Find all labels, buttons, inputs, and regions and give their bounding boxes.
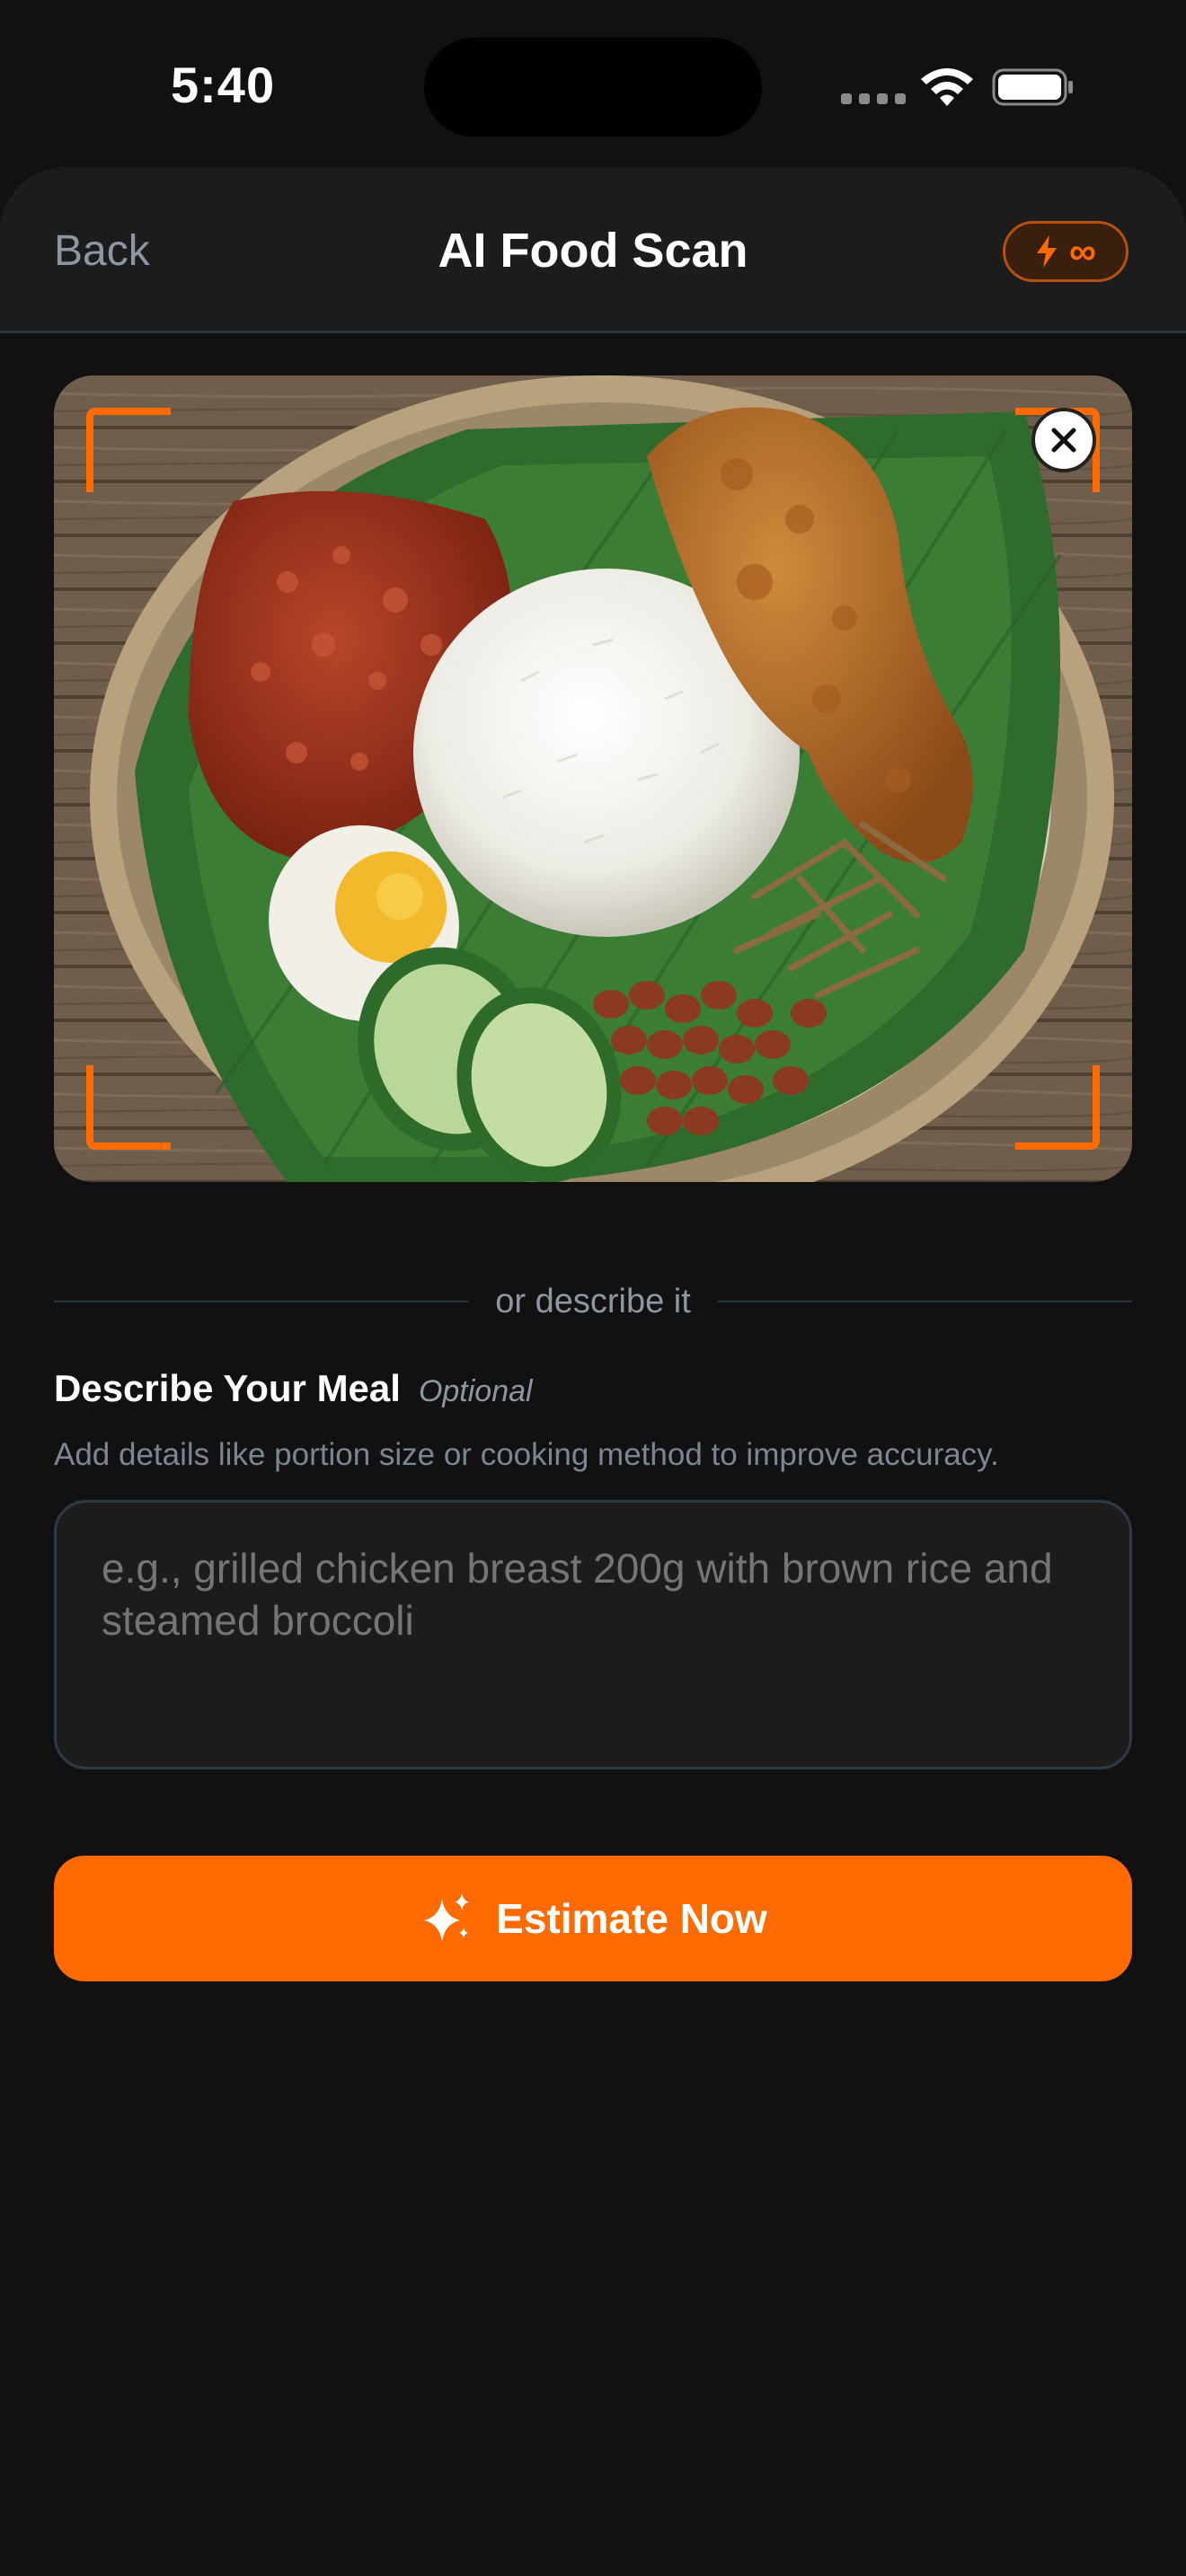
nav-bar: Back AI Food Scan ∞ — [0, 167, 1186, 333]
describe-meal-title: Describe Your Meal — [54, 1367, 401, 1409]
divider-line-left — [54, 1301, 469, 1302]
scan-corner-bottom-right — [1015, 1065, 1100, 1150]
remove-photo-button[interactable] — [1031, 408, 1096, 472]
status-time: 5:40 — [171, 57, 276, 113]
sparkle-icon — [424, 1893, 470, 1942]
status-bar: 5:40 — [0, 0, 1186, 171]
food-image — [54, 375, 1132, 1182]
unlimited-symbol: ∞ — [1069, 230, 1096, 272]
cellular-signal-icon — [841, 93, 906, 104]
describe-meal-heading: Describe Your Meal Optional — [54, 1367, 533, 1410]
divider-text: or describe it — [495, 1282, 691, 1320]
dynamic-island — [424, 38, 762, 137]
battery-icon — [992, 68, 1073, 106]
credits-badge[interactable]: ∞ — [1003, 221, 1128, 282]
scan-corner-bottom-left — [86, 1065, 171, 1150]
bolt-icon — [1037, 235, 1058, 268]
estimate-now-label: Estimate Now — [496, 1895, 767, 1942]
close-icon — [1051, 428, 1076, 453]
divider-line-right — [717, 1301, 1133, 1302]
optional-label: Optional — [418, 1374, 533, 1408]
describe-hint: Add details like portion size or cooking… — [54, 1437, 999, 1472]
scan-corner-top-left — [86, 408, 171, 492]
meal-description-input[interactable] — [54, 1500, 1132, 1769]
estimate-now-button[interactable]: Estimate Now — [54, 1856, 1132, 1981]
wifi-icon — [921, 68, 973, 106]
food-photo — [54, 375, 1132, 1182]
food-scan-sheet: Back AI Food Scan ∞ or describe it Descr… — [0, 167, 1186, 2576]
or-divider: or describe it — [54, 1270, 1133, 1333]
